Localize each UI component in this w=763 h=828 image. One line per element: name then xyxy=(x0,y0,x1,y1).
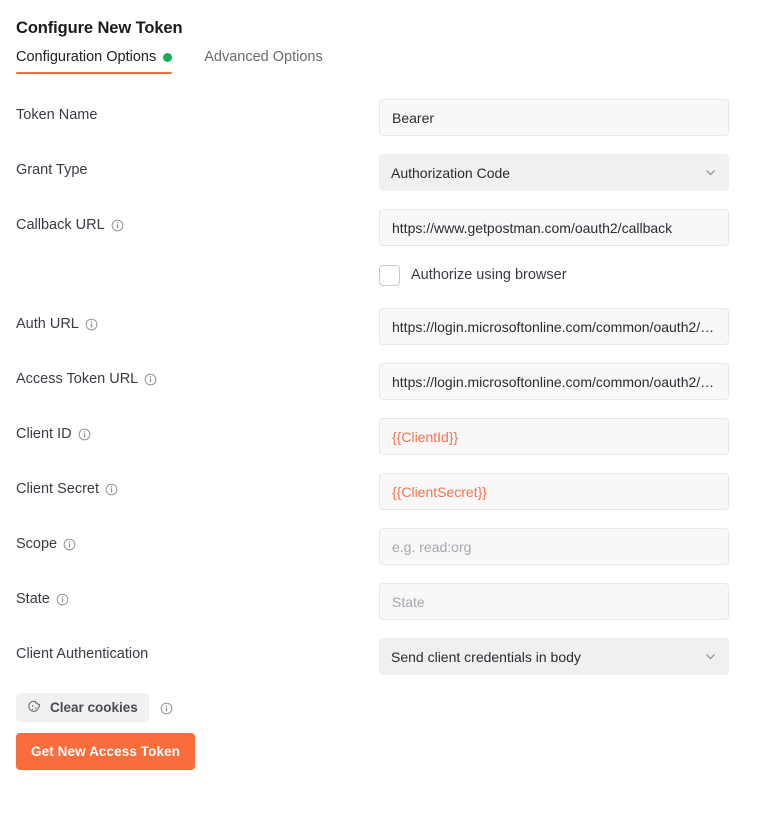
field-row-state: State State xyxy=(16,583,747,620)
info-icon[interactable] xyxy=(85,318,98,331)
field-row-grant-type: Grant Type Authorization Code xyxy=(16,154,747,191)
field-col-state: State xyxy=(379,583,729,620)
field-col-auth-url: https://login.microsoftonline.com/common… xyxy=(379,308,729,345)
access-token-url-label: Access Token URL xyxy=(16,371,138,387)
client-id-value: {{ClientId}} xyxy=(392,429,716,445)
tab-configuration-options[interactable]: Configuration Options xyxy=(16,49,172,74)
chevron-down-icon xyxy=(704,650,717,663)
field-col-scope: e.g. read:org xyxy=(379,528,729,565)
tab-bar: Configuration Options Advanced Options xyxy=(10,49,747,80)
field-col-grant-type: Authorization Code xyxy=(379,154,729,191)
client-secret-label: Client Secret xyxy=(16,481,99,497)
field-col-callback-url: https://www.getpostman.com/oauth2/callba… xyxy=(379,209,729,246)
field-row-client-authentication: Client Authentication Send client creden… xyxy=(16,638,747,675)
clear-cookies-label: Clear cookies xyxy=(50,700,138,715)
cookie-icon xyxy=(27,700,42,715)
clear-cookies-button[interactable]: Clear cookies xyxy=(16,693,149,722)
label-col-client-id: Client ID xyxy=(16,418,379,442)
field-col-token-name: Bearer xyxy=(379,99,729,136)
scope-label: Scope xyxy=(16,536,57,552)
auth-url-input[interactable]: https://login.microsoftonline.com/common… xyxy=(379,308,729,345)
state-input[interactable]: State xyxy=(379,583,729,620)
access-token-url-input[interactable]: https://login.microsoftonline.com/common… xyxy=(379,363,729,400)
tab-configuration-options-label: Configuration Options xyxy=(16,49,156,65)
configure-new-token-panel: Configure New Token Configuration Option… xyxy=(0,0,763,828)
state-label: State xyxy=(16,591,50,607)
client-id-input[interactable]: {{ClientId}} xyxy=(379,418,729,455)
field-row-auth-url: Auth URL https://login.microsoftonline.c… xyxy=(16,308,747,345)
scope-input[interactable]: e.g. read:org xyxy=(379,528,729,565)
label-col-scope: Scope xyxy=(16,528,379,552)
label-col-client-secret: Client Secret xyxy=(16,473,379,497)
grant-type-label: Grant Type xyxy=(16,162,87,178)
label-col-callback-url: Callback URL xyxy=(16,209,379,233)
info-icon[interactable] xyxy=(111,219,124,232)
client-authentication-value: Send client credentials in body xyxy=(391,649,581,665)
grant-type-value: Authorization Code xyxy=(391,165,510,181)
tab-advanced-options-label: Advanced Options xyxy=(204,49,323,65)
scope-placeholder: e.g. read:org xyxy=(392,539,716,555)
tab-advanced-options[interactable]: Advanced Options xyxy=(204,49,323,74)
callback-url-label: Callback URL xyxy=(16,217,105,233)
client-secret-input[interactable]: {{ClientSecret}} xyxy=(379,473,729,510)
page-title: Configure New Token xyxy=(10,0,747,38)
callback-url-input[interactable]: https://www.getpostman.com/oauth2/callba… xyxy=(379,209,729,246)
authorize-using-browser-checkbox[interactable] xyxy=(379,265,400,286)
grant-type-select[interactable]: Authorization Code xyxy=(379,154,729,191)
info-icon[interactable] xyxy=(160,702,173,715)
field-row-client-secret: Client Secret {{ClientSecret}} xyxy=(16,473,747,510)
callback-url-value: https://www.getpostman.com/oauth2/callba… xyxy=(392,220,716,236)
authorize-using-browser-row: Authorize using browser xyxy=(16,260,747,290)
label-col-grant-type: Grant Type xyxy=(16,154,379,178)
client-authentication-label: Client Authentication xyxy=(16,646,148,662)
client-authentication-select[interactable]: Send client credentials in body xyxy=(379,638,729,675)
field-col-client-id: {{ClientId}} xyxy=(379,418,729,455)
label-col-token-name: Token Name xyxy=(16,99,379,123)
info-icon[interactable] xyxy=(105,483,118,496)
field-row-access-token-url: Access Token URL https://login.microsoft… xyxy=(16,363,747,400)
label-col-access-token-url: Access Token URL xyxy=(16,363,379,387)
token-name-input[interactable]: Bearer xyxy=(379,99,729,136)
field-row-client-id: Client ID {{ClientId}} xyxy=(16,418,747,455)
state-placeholder: State xyxy=(392,594,716,610)
info-icon[interactable] xyxy=(144,373,157,386)
configuration-status-dot xyxy=(163,53,172,62)
get-new-access-token-button[interactable]: Get New Access Token xyxy=(16,733,195,770)
field-row-callback-url: Callback URL https://www.getpostman.com/… xyxy=(16,209,747,246)
info-icon[interactable] xyxy=(63,538,76,551)
chevron-down-icon xyxy=(704,166,717,179)
field-row-scope: Scope e.g. read:org xyxy=(16,528,747,565)
field-col-access-token-url: https://login.microsoftonline.com/common… xyxy=(379,363,729,400)
token-name-value: Bearer xyxy=(392,110,716,126)
get-new-access-token-label: Get New Access Token xyxy=(31,744,180,759)
clear-cookies-row: Clear cookies xyxy=(16,693,747,722)
auth-url-label: Auth URL xyxy=(16,316,79,332)
client-secret-value: {{ClientSecret}} xyxy=(392,484,716,500)
form-footer: Clear cookies Get New Access Token xyxy=(16,693,747,770)
token-form: Token Name Bearer Grant Type Authorizati… xyxy=(16,99,747,675)
info-icon[interactable] xyxy=(56,593,69,606)
field-col-client-authentication: Send client credentials in body xyxy=(379,638,729,675)
auth-url-value: https://login.microsoftonline.com/common… xyxy=(392,319,716,335)
field-col-client-secret: {{ClientSecret}} xyxy=(379,473,729,510)
label-col-auth-url: Auth URL xyxy=(16,308,379,332)
label-col-state: State xyxy=(16,583,379,607)
client-id-label: Client ID xyxy=(16,426,72,442)
authorize-using-browser-label: Authorize using browser xyxy=(411,267,567,283)
info-icon[interactable] xyxy=(78,428,91,441)
access-token-url-value: https://login.microsoftonline.com/common… xyxy=(392,374,716,390)
field-row-token-name: Token Name Bearer xyxy=(16,99,747,136)
label-col-client-authentication: Client Authentication xyxy=(16,638,379,662)
token-name-label: Token Name xyxy=(16,107,97,123)
